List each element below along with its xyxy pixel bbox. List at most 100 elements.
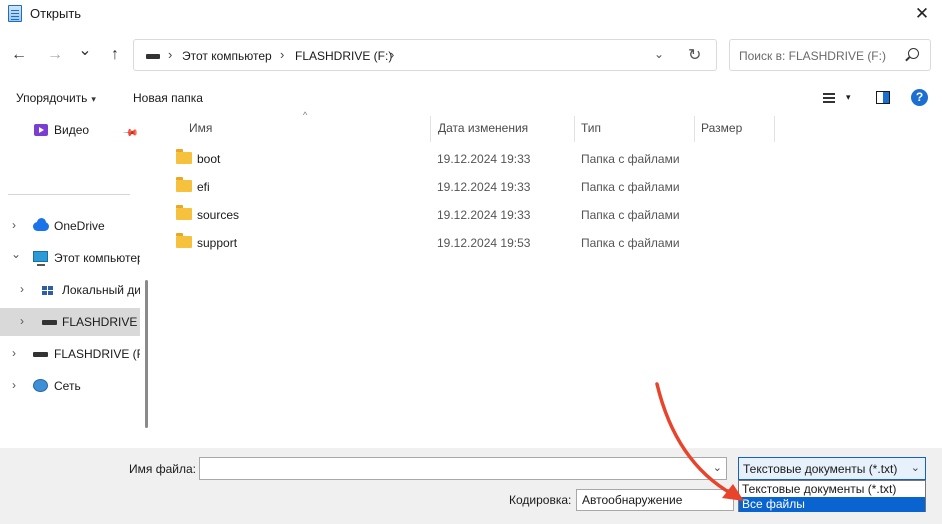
search-box[interactable]: Поиск в: FLASHDRIVE (F:): [729, 39, 931, 71]
up-button[interactable]: ↑: [104, 44, 126, 66]
sidebar-item-label: Локальный диск (C:): [62, 283, 140, 297]
filetype-dropdown-list: Текстовые документы (*.txt) Все файлы: [738, 480, 926, 512]
forward-button[interactable]: →: [44, 44, 66, 66]
encoding-label: Кодировка:: [509, 493, 572, 507]
file-row[interactable]: support 19.12.2024 19:53 Папка с файлами: [172, 228, 712, 256]
column-name-label: Имя: [189, 121, 213, 135]
back-button[interactable]: ←: [8, 44, 30, 66]
sidebar-item-label: Сеть: [54, 379, 81, 393]
sidebar-item-onedrive[interactable]: › OneDrive: [0, 212, 140, 240]
column-divider[interactable]: [774, 116, 775, 142]
chevron-down-icon[interactable]: ⌄: [11, 247, 21, 261]
notepad-icon: [8, 5, 22, 22]
navigation-bar: ← → ⌄ ↑ › Этот компьютер › FLASHDRIVE (F…: [0, 36, 942, 74]
search-icon[interactable]: [908, 48, 919, 59]
sidebar-item-label: Видео: [54, 123, 90, 137]
file-date: 19.12.2024 19:53: [437, 236, 531, 250]
caret-down-icon: ▾: [91, 94, 96, 104]
sidebar-item-local-disk[interactable]: › Локальный диск (C:): [0, 276, 140, 304]
file-list: Имя ^ Дата изменения Тип Размер boot 19.…: [157, 110, 942, 448]
file-type: Папка с файлами: [581, 208, 680, 222]
video-icon: [34, 124, 48, 136]
close-button[interactable]: ✕: [902, 0, 942, 28]
sidebar-scrollbar[interactable]: [145, 280, 148, 428]
chevron-right-icon[interactable]: ›: [12, 378, 16, 392]
breadcrumb-separator: ›: [168, 47, 173, 62]
column-divider[interactable]: [430, 116, 431, 142]
sidebar-item-network[interactable]: › Сеть: [0, 372, 140, 400]
search-input[interactable]: Поиск в: FLASHDRIVE (F:): [739, 49, 886, 63]
drive-icon: [42, 320, 57, 325]
file-type: Папка с файлами: [581, 236, 680, 250]
folder-icon: [176, 149, 192, 164]
sidebar-item-label: OneDrive: [54, 219, 105, 233]
address-bar[interactable]: › Этот компьютер › FLASHDRIVE (F:) › ⌄ ↻: [133, 39, 717, 71]
refresh-icon[interactable]: ↻: [688, 45, 701, 65]
recent-locations-button[interactable]: ⌄: [74, 40, 96, 62]
column-divider[interactable]: [694, 116, 695, 142]
file-name: efi: [197, 180, 210, 194]
disk-icon: [42, 286, 54, 296]
file-row[interactable]: sources 19.12.2024 19:33 Папка с файлами: [172, 200, 712, 228]
sidebar-item-flashdrive-selected[interactable]: › FLASHDRIVE (F:): [0, 308, 140, 336]
chevron-right-icon[interactable]: ›: [20, 282, 24, 296]
view-list-icon[interactable]: [823, 93, 835, 103]
breadcrumb-separator: ›: [390, 47, 395, 62]
chevron-right-icon[interactable]: ›: [20, 314, 24, 328]
folder-icon: [176, 233, 192, 248]
organize-label: Упорядочить: [16, 91, 88, 105]
encoding-value: Автообнаружение: [582, 493, 683, 507]
filetype-option-txt[interactable]: Текстовые документы (*.txt): [739, 482, 925, 497]
new-folder-button[interactable]: Новая папка: [133, 91, 203, 105]
chevron-right-icon[interactable]: ›: [12, 346, 16, 360]
filetype-selected: Текстовые документы (*.txt): [743, 462, 898, 476]
computer-icon: [33, 251, 48, 266]
sidebar-item-label: FLASHDRIVE (F:): [54, 347, 140, 361]
file-date: 19.12.2024 19:33: [437, 208, 531, 222]
window-title: Открыть: [30, 6, 82, 21]
chevron-down-icon[interactable]: ⌄: [911, 461, 920, 474]
chevron-down-icon[interactable]: ⌄: [713, 461, 722, 474]
file-row[interactable]: boot 19.12.2024 19:33 Папка с файлами: [172, 144, 712, 172]
breadcrumb-this-pc[interactable]: Этот компьютер: [182, 49, 272, 63]
file-date: 19.12.2024 19:33: [437, 152, 531, 166]
sidebar-item-this-pc[interactable]: ⌄ Этот компьютер: [0, 244, 140, 272]
file-name: support: [197, 236, 238, 250]
preview-pane-icon[interactable]: [876, 91, 890, 104]
sidebar-item-flashdrive[interactable]: › FLASHDRIVE (F:): [0, 340, 140, 368]
sidebar-item-label: Этот компьютер: [54, 251, 140, 265]
cloud-icon: [33, 218, 49, 231]
sort-ascending-icon: ^: [303, 110, 308, 120]
column-header-size[interactable]: Размер: [701, 121, 742, 135]
column-header-type[interactable]: Тип: [581, 121, 601, 135]
sidebar-item-video[interactable]: Видео 📌: [0, 116, 140, 144]
folder-icon: [176, 177, 192, 192]
drive-icon: [146, 54, 160, 59]
breadcrumb-flashdrive[interactable]: FLASHDRIVE (F:): [295, 49, 392, 63]
organize-button[interactable]: Упорядочить ▾: [16, 91, 96, 105]
address-history-chevron-icon[interactable]: ⌄: [654, 47, 664, 61]
filename-label: Имя файла:: [129, 462, 196, 476]
filetype-option-all-files[interactable]: Все файлы: [739, 497, 925, 512]
sidebar-divider: [8, 194, 130, 195]
help-icon[interactable]: ?: [911, 89, 928, 106]
column-header-date[interactable]: Дата изменения: [438, 121, 528, 135]
column-divider[interactable]: [574, 116, 575, 142]
file-name: boot: [197, 152, 221, 166]
column-header-name[interactable]: Имя: [189, 121, 212, 135]
file-row[interactable]: efi 19.12.2024 19:33 Папка с файлами: [172, 172, 712, 200]
chevron-right-icon[interactable]: ›: [12, 218, 16, 232]
file-date: 19.12.2024 19:33: [437, 180, 531, 194]
navigation-pane: Видео 📌 › OneDrive ⌄ Этот компьютер › Ло…: [0, 112, 148, 448]
title-bar: Открыть ✕: [0, 0, 942, 28]
command-bar: Упорядочить ▾ Новая папка ▾ ?: [0, 84, 942, 112]
breadcrumb-separator: ›: [280, 47, 285, 62]
sidebar-item-label: FLASHDRIVE (F:): [62, 315, 140, 329]
file-type: Папка с файлами: [581, 180, 680, 194]
drive-icon: [33, 352, 48, 357]
encoding-select[interactable]: Автообнаружение: [576, 489, 734, 511]
filetype-select[interactable]: Текстовые документы (*.txt) ⌄: [738, 457, 926, 480]
filename-input[interactable]: ⌄: [199, 457, 727, 480]
pin-icon: 📌: [121, 125, 139, 142]
view-caret-icon[interactable]: ▾: [846, 92, 851, 103]
